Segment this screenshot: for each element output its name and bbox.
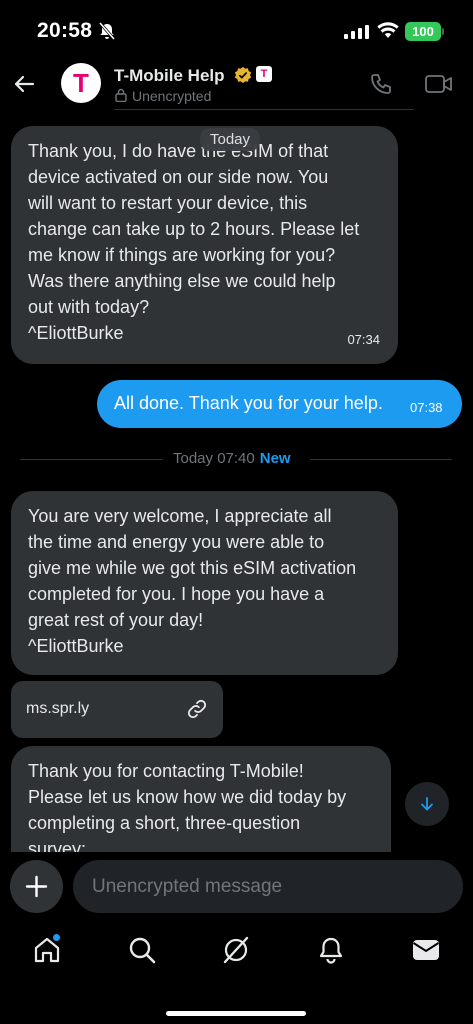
video-icon[interactable] [425, 73, 453, 95]
bell-slash-icon [98, 22, 116, 40]
wifi-icon [377, 22, 399, 38]
phone-icon[interactable] [369, 72, 393, 96]
chat-name[interactable]: T-Mobile Help [114, 66, 225, 86]
plus-icon [25, 875, 48, 898]
new-badge: New [259, 450, 291, 467]
t-mobile-logo: T [73, 68, 89, 98]
battery-tip [442, 28, 444, 35]
new-messages-divider: Today 07:40 New [173, 450, 291, 467]
date-pill: Today [200, 128, 261, 151]
message-text: Thank you for contacting T-Mobile! Pleas… [28, 761, 347, 852]
link-icon [187, 699, 207, 719]
link-preview-card[interactable]: ms.spr.ly [11, 681, 223, 738]
encryption-status: Unencrypted [132, 88, 212, 104]
grok-icon[interactable] [221, 935, 251, 965]
battery-indicator: 100 [405, 22, 441, 41]
conversation-header: T T-Mobile Help T Unencrypted [0, 58, 473, 110]
home-indicator [166, 1011, 306, 1016]
message-input[interactable] [73, 860, 463, 913]
signal-icon [344, 25, 369, 39]
message-bubble-incoming[interactable]: You are very welcome, I appreciate all t… [11, 491, 398, 675]
status-time: 20:58 [37, 19, 93, 42]
message-time: 07:38 [410, 400, 443, 415]
message-time: 07:34 [347, 332, 380, 347]
back-arrow-icon[interactable] [12, 72, 36, 96]
notifications-icon[interactable] [316, 935, 346, 965]
message-text: Thank you, I do have the eSIM of that de… [28, 141, 360, 343]
divider-time: Today 07:40 [173, 450, 255, 467]
notification-dot [53, 934, 60, 941]
verified-badge-icon [234, 66, 252, 84]
message-list[interactable]: Thank you, I do have the eSIM of that de… [0, 110, 473, 852]
link-url: ms.spr.ly [26, 700, 90, 717]
lock-icon [115, 88, 127, 102]
message-bubble-incoming[interactable]: Thank you for contacting T-Mobile! Pleas… [11, 746, 391, 852]
brand-badge: T [256, 66, 272, 82]
bottom-navigation [0, 920, 473, 1024]
search-icon[interactable] [127, 935, 157, 965]
arrow-down-icon [421, 797, 433, 811]
message-bubble-outgoing[interactable]: All done. Thank you for your help. 07:38 [97, 380, 462, 428]
message-text: You are very welcome, I appreciate all t… [28, 506, 357, 656]
scroll-to-bottom-button[interactable] [405, 782, 449, 826]
divider-line-right [310, 459, 452, 460]
add-attachment-button[interactable] [10, 860, 63, 913]
status-bar: 20:58 100 [0, 0, 473, 62]
message-bubble-incoming[interactable]: Thank you, I do have the eSIM of that de… [11, 126, 398, 364]
avatar[interactable]: T [61, 63, 101, 103]
messages-icon[interactable] [411, 935, 441, 965]
divider-line-left [20, 459, 163, 460]
message-composer [0, 859, 473, 919]
message-text: All done. Thank you for your help. [114, 393, 383, 413]
